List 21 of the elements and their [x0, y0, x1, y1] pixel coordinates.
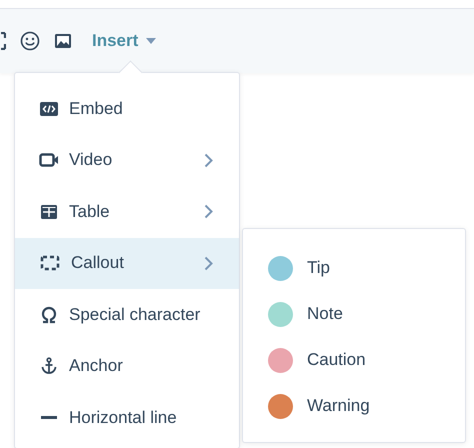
anchor-icon [39, 356, 59, 376]
menu-item[interactable]: Embed [15, 83, 239, 134]
menu-item[interactable]: Caution [243, 337, 465, 383]
menu-item[interactable]: Note [243, 291, 465, 337]
menu-item[interactable]: Tip [243, 245, 465, 291]
toolbar-icon[interactable] [0, 32, 6, 50]
chevron-right-icon [204, 256, 213, 271]
chevron-right-icon [204, 204, 213, 220]
menu-item[interactable]: Video [15, 134, 239, 186]
smiley-icon[interactable] [20, 31, 40, 51]
caret-icon [146, 38, 156, 44]
omega-icon [39, 304, 59, 325]
image-icon[interactable] [54, 32, 72, 50]
menu-item[interactable]: Anchor [15, 340, 239, 392]
menu-item[interactable]: Warning [243, 383, 465, 429]
menu-item[interactable]: Horizontal line [15, 392, 239, 444]
menu-item[interactable]: Special character [15, 289, 239, 340]
chevron-right-icon [204, 152, 213, 168]
menu-item[interactable]: Table [15, 186, 239, 238]
menu-item[interactable]: Callout [15, 238, 239, 289]
dashed-box-icon [39, 253, 61, 274]
